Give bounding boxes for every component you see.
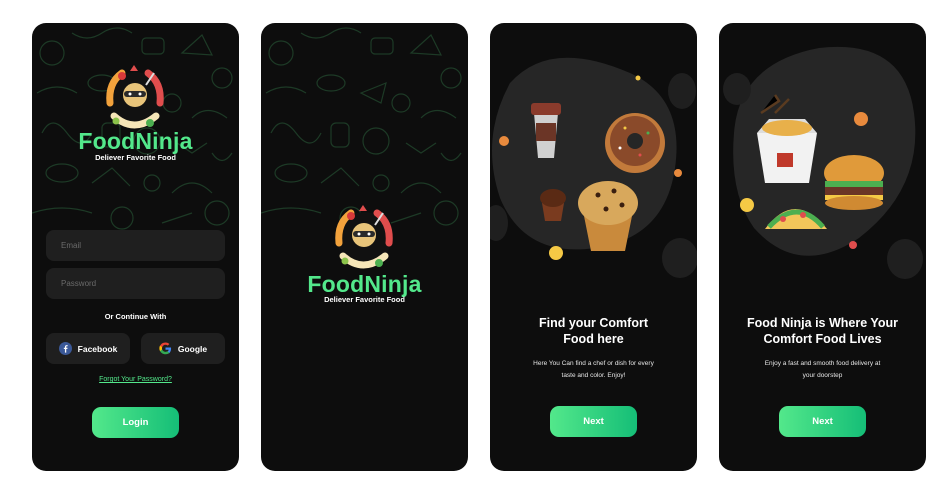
title-line-2: Food here	[563, 332, 624, 346]
email-input[interactable]	[46, 230, 225, 261]
onboarding-screen-1: Find your Comfort Food here Here You Can…	[490, 23, 697, 471]
title-line-1: Find your Comfort	[538, 316, 648, 330]
desc-line-2: your doorstep	[802, 372, 843, 379]
facebook-button[interactable]: Facebook	[46, 333, 130, 364]
login-button[interactable]: Login	[92, 407, 179, 438]
login-screen: FoodNinja Deliever Favorite Food Or Cont…	[32, 23, 239, 471]
email-field[interactable]	[46, 230, 225, 261]
onboarding-title: Find your Comfort Food here	[490, 315, 697, 347]
password-field[interactable]	[46, 268, 225, 299]
desc-line-2: taste and color. Enjoy!	[561, 372, 626, 379]
brand-tagline: Deliever Favorite Food	[95, 153, 176, 162]
continue-with-label: Or Continue With	[104, 312, 167, 321]
food-illustration	[490, 57, 697, 278]
onboarding-description: Here You Can find a chef or dish for eve…	[518, 358, 669, 382]
title-line-2: Comfort Food Lives	[763, 332, 882, 346]
brand-name: FoodNinja	[307, 271, 422, 297]
next-button[interactable]: Next	[550, 406, 637, 437]
food-illustration	[723, 46, 923, 279]
facebook-label: Facebook	[77, 343, 118, 354]
google-label: Google	[177, 343, 208, 354]
desc-line-1: Here You Can find a chef or dish for eve…	[533, 360, 654, 367]
brand-name: FoodNinja	[78, 128, 193, 154]
brand-tagline: Deliever Favorite Food	[324, 295, 405, 304]
desc-line-1: Enjoy a fast and smooth food delivery at	[764, 360, 881, 367]
forgot-password-link[interactable]: Forgot Your Password?	[32, 376, 239, 383]
google-button[interactable]: Google	[141, 333, 225, 364]
title-line-1: Food Ninja is Where Your	[747, 316, 898, 330]
facebook-icon	[58, 342, 72, 355]
splash-screen: FoodNinja Deliever Favorite Food	[261, 23, 468, 471]
google-icon	[159, 342, 171, 355]
ninja-logo-icon	[329, 201, 399, 271]
ninja-logo-icon	[100, 61, 170, 131]
onboarding-title: Food Ninja is Where Your Comfort Food Li…	[719, 315, 926, 347]
onboarding-screen-2: Food Ninja is Where Your Comfort Food Li…	[719, 23, 926, 471]
password-input[interactable]	[46, 268, 225, 299]
onboarding-description: Enjoy a fast and smooth food delivery at…	[747, 358, 898, 382]
next-button[interactable]: Next	[779, 406, 866, 437]
